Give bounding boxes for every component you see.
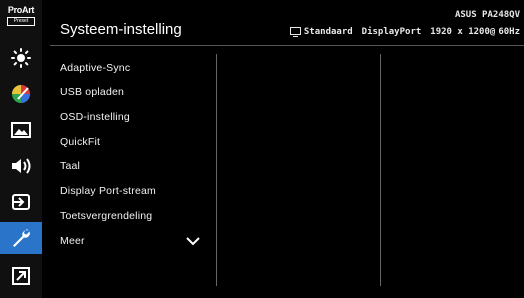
resolution: 1920 x 1200@: [430, 27, 496, 37]
sidebar-item-image[interactable]: [0, 114, 42, 146]
sound-icon: [12, 158, 31, 174]
sidebar-item-sound[interactable]: [0, 150, 42, 182]
chevron-down-icon[interactable]: [186, 236, 200, 246]
menu-item-osd-setting[interactable]: OSD-instelling: [60, 111, 130, 123]
header-divider: [50, 45, 524, 46]
menu-item-key-lock[interactable]: Toetsvergrendeling: [60, 210, 152, 222]
wrench-icon: [13, 229, 30, 247]
page-title: Systeem-instelling: [60, 21, 182, 38]
status-bar: Standaard DisplayPort 1920 x 1200@ 60Hz: [289, 27, 520, 37]
sidebar-item-brightness[interactable]: [0, 42, 42, 74]
input-select-icon: [12, 194, 30, 210]
menu-item-adaptive-sync[interactable]: Adaptive-Sync: [60, 62, 130, 74]
menu-item-quickfit[interactable]: QuickFit: [60, 136, 100, 148]
menu-item-language[interactable]: Taal: [60, 160, 80, 172]
shortcut-icon: [12, 267, 30, 285]
column-divider-1: [216, 54, 217, 286]
sidebar-item-shortcut[interactable]: [0, 260, 42, 292]
column-divider-2: [380, 54, 381, 286]
menu-item-usb-charging[interactable]: USB opladen: [60, 86, 124, 98]
color-mode: Standaard: [303, 27, 353, 37]
monitor-icon: [289, 27, 301, 37]
sidebar: ProArt Preset: [0, 0, 42, 298]
sidebar-item-color[interactable]: [0, 78, 42, 110]
logo-text: ProArt: [7, 5, 35, 15]
refresh-rate: 60Hz: [498, 27, 520, 37]
sidebar-item-input-select[interactable]: [0, 186, 42, 218]
menu-item-displayport-stream[interactable]: Display Port-stream: [60, 185, 156, 197]
input-source: DisplayPort: [361, 27, 422, 37]
brightness-icon: [11, 48, 31, 68]
monitor-model: ASUS PA248QV: [454, 10, 520, 20]
color-icon: [12, 85, 30, 103]
menu-item-more[interactable]: Meer: [60, 235, 85, 247]
proart-logo: ProArt Preset: [4, 6, 38, 36]
image-icon: [11, 122, 31, 138]
sidebar-item-system-setup[interactable]: [0, 222, 42, 254]
logo-subtext: Preset: [7, 17, 35, 26]
